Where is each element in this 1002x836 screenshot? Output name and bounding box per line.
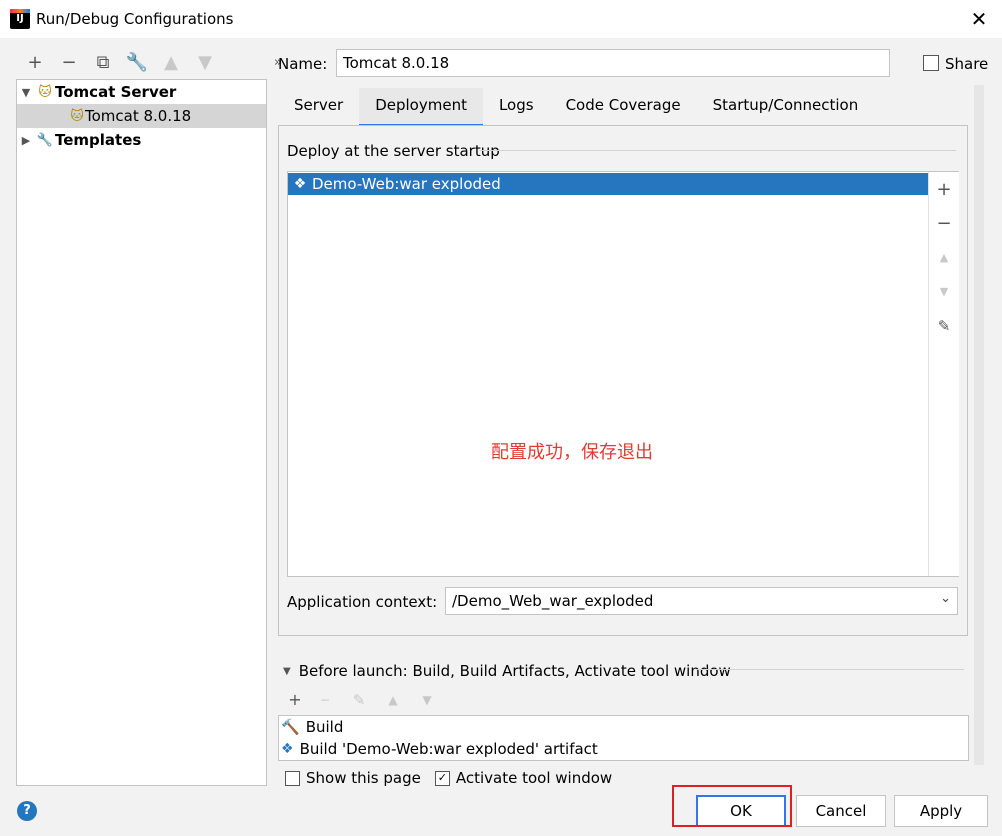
copy-icon[interactable]: ⧉ <box>86 50 120 74</box>
name-label: Name: <box>278 55 328 73</box>
help-icon[interactable]: ? <box>17 801 37 821</box>
app-context-label: Application context: <box>287 593 438 611</box>
apply-button[interactable]: Apply <box>894 795 988 827</box>
activate-tool-checkbox[interactable]: ✓ <box>434 770 450 786</box>
scrollbar[interactable] <box>974 85 984 765</box>
highlight-box <box>672 785 792 827</box>
divider <box>696 669 964 670</box>
before-launch-list[interactable]: 🔨 Build ❖ Build 'Demo-Web:war exploded' … <box>278 715 969 761</box>
tab-bar: Server Deployment Logs Code Coverage Sta… <box>278 88 875 127</box>
deploy-section-title: Deploy at the server startup <box>287 142 500 160</box>
chevron-down-icon: ▼ <box>283 665 291 677</box>
before-launch-title: Before launch: Build, Build Artifacts, A… <box>298 662 731 680</box>
share-checkbox[interactable] <box>923 55 939 71</box>
intellij-logo-icon: IJ <box>10 9 30 29</box>
tree-item-label: Tomcat 8.0.18 <box>85 107 192 125</box>
move-up-icon[interactable]: ▲ <box>154 50 188 74</box>
tree-item-tomcat-config[interactable]: 🐱 Tomcat 8.0.18 <box>17 104 266 128</box>
more-icon[interactable]: » <box>222 50 282 74</box>
move-down-icon[interactable]: ▼ <box>410 688 444 712</box>
artifact-side-toolbar: + − ▲ ▼ ✎ <box>928 172 959 576</box>
wrench-icon: 🔧 <box>36 132 54 148</box>
window-title: Run/Debug Configurations <box>36 10 234 28</box>
launch-options: Show this page ✓ Activate tool window <box>285 769 685 787</box>
add-icon[interactable]: + <box>929 176 959 204</box>
name-input[interactable]: Tomcat 8.0.18 <box>336 49 890 77</box>
show-page-label: Show this page <box>306 769 421 787</box>
list-item[interactable]: ❖ Build 'Demo-Web:war exploded' artifact <box>281 738 598 760</box>
task-label: Build 'Demo-Web:war exploded' artifact <box>299 740 598 758</box>
app-context-value: /Demo_Web_war_exploded <box>452 592 654 610</box>
tab-code-coverage[interactable]: Code Coverage <box>550 88 697 124</box>
edit-pencil-icon[interactable]: ✎ <box>342 688 376 712</box>
tab-startup-connection[interactable]: Startup/Connection <box>697 88 875 124</box>
remove-icon[interactable]: − <box>929 210 959 238</box>
artifact-list[interactable]: ❖ Demo-Web:war exploded + − ▲ ▼ ✎ <box>287 171 959 577</box>
move-up-icon[interactable]: ▲ <box>376 688 410 712</box>
tree-item-tomcat-server[interactable]: ▼ 🐱 Tomcat Server <box>17 80 266 104</box>
chevron-down-icon[interactable]: ▼ <box>17 86 35 99</box>
tab-deployment[interactable]: Deployment <box>359 88 483 127</box>
chevron-down-icon: ⌄ <box>940 591 951 606</box>
before-launch-header[interactable]: ▼ Before launch: Build, Build Artifacts,… <box>283 662 731 680</box>
move-down-icon[interactable]: ▼ <box>188 50 222 74</box>
artifact-label: Demo-Web:war exploded <box>312 175 501 193</box>
artifact-icon: ❖ <box>281 741 294 757</box>
chevron-right-icon[interactable]: ▶ <box>17 134 35 147</box>
name-value: Tomcat 8.0.18 <box>343 54 450 72</box>
tree-item-label: Tomcat Server <box>55 83 177 101</box>
tree-item-label: Templates <box>55 131 142 149</box>
before-launch-toolbar: + − ✎ ▲ ▼ <box>282 688 444 712</box>
tab-logs[interactable]: Logs <box>483 88 550 124</box>
divider <box>480 150 956 151</box>
task-label: Build <box>305 718 344 736</box>
tomcat-icon: 🐱 <box>38 84 52 100</box>
hammer-icon: 🔨 <box>281 718 300 736</box>
list-item[interactable]: 🔨 Build <box>281 716 343 738</box>
remove-icon[interactable]: − <box>52 50 86 74</box>
tomcat-icon: 🐱 <box>70 108 84 124</box>
show-page-checkbox[interactable] <box>285 770 300 786</box>
app-context-select[interactable]: /Demo_Web_war_exploded ⌄ <box>445 587 958 615</box>
tree-item-templates[interactable]: ▶ 🔧 Templates <box>17 128 266 152</box>
wrench-icon[interactable]: 🔧 <box>120 50 154 74</box>
configuration-tree: ▼ 🐱 Tomcat Server 🐱 Tomcat 8.0.18 ▶ 🔧 Te… <box>16 79 267 786</box>
move-up-icon[interactable]: ▲ <box>929 244 959 272</box>
list-item[interactable]: ❖ Demo-Web:war exploded <box>288 173 928 195</box>
remove-icon[interactable]: − <box>308 688 342 712</box>
close-icon[interactable]: ✕ <box>966 6 992 32</box>
add-icon[interactable]: + <box>282 688 308 712</box>
tab-server[interactable]: Server <box>278 88 359 124</box>
share-label: Share <box>945 55 989 73</box>
artifact-icon: ❖ <box>293 176 307 192</box>
move-down-icon[interactable]: ▼ <box>929 278 959 306</box>
edit-pencil-icon[interactable]: ✎ <box>929 312 959 340</box>
annotation-text: 配置成功，保存退出 <box>491 442 653 463</box>
activate-tool-label: Activate tool window <box>455 769 613 787</box>
add-icon[interactable]: + <box>18 50 52 74</box>
cancel-button[interactable]: Cancel <box>796 795 886 827</box>
tree-toolbar: + − ⧉ 🔧 ▲ ▼ » <box>18 50 282 74</box>
